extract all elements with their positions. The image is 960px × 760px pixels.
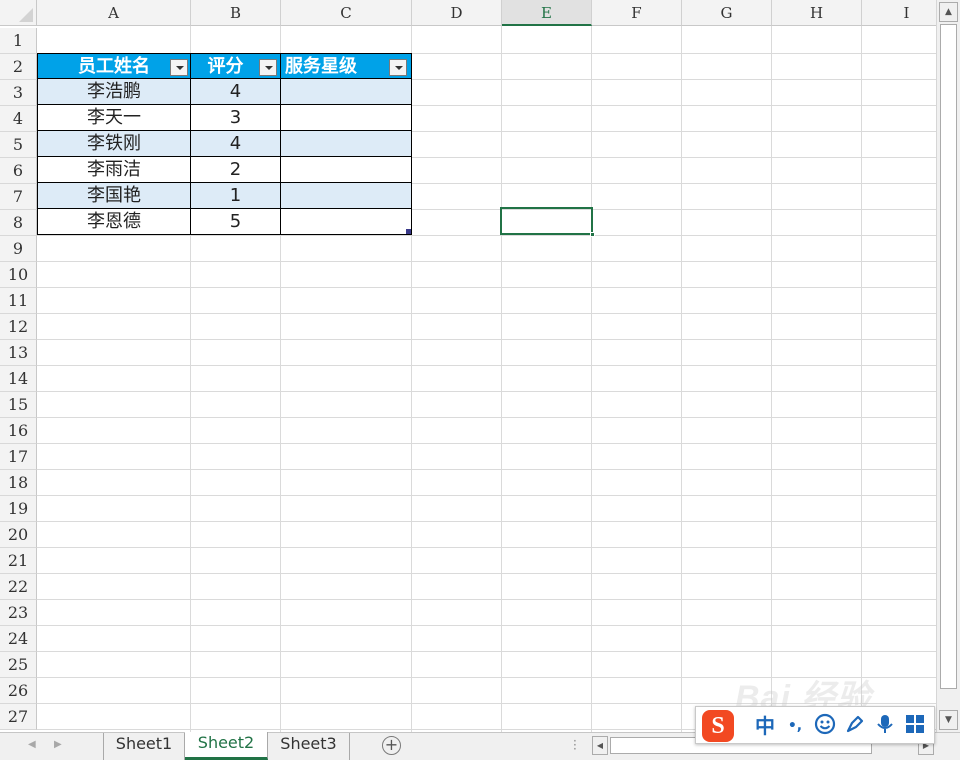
table-cell-star[interactable] [281, 183, 412, 209]
row-header[interactable]: 11 [0, 288, 37, 314]
row-header[interactable]: 27 [0, 704, 37, 730]
table-header-cell[interactable]: 员工姓名 [37, 53, 191, 79]
table-cell-star[interactable] [281, 157, 412, 183]
column-header-h[interactable]: H [772, 0, 862, 26]
ime-mode-toggle[interactable]: 中 [752, 713, 778, 739]
filter-dropdown-button[interactable] [170, 59, 188, 76]
punctuation-icon[interactable]: •, [782, 713, 808, 739]
row-header[interactable]: 26 [0, 678, 37, 704]
row-header[interactable]: 12 [0, 314, 37, 340]
filter-dropdown-button[interactable] [259, 59, 277, 76]
table-cell-name[interactable]: 李国艳 [37, 183, 191, 209]
row-header[interactable]: 15 [0, 392, 37, 418]
column-header-b[interactable]: B [191, 0, 281, 26]
spreadsheet-area[interactable]: A B C D E F G H I 1 2 3 4 5 6 7 8 9 10 1… [0, 0, 936, 732]
table-cell-name[interactable]: 李浩鹏 [37, 79, 191, 105]
table-cell-name[interactable]: 李天一 [37, 105, 191, 131]
add-sheet-button[interactable]: + [382, 736, 401, 755]
table-cell-score[interactable]: 4 [191, 79, 281, 105]
column-header-e[interactable]: E [502, 0, 592, 26]
table-cell-star[interactable] [281, 105, 412, 131]
sheet-tab-sheet2[interactable]: Sheet2 [185, 732, 268, 760]
row-header[interactable]: 5 [0, 132, 37, 158]
scroll-up-button[interactable]: ▲ [939, 2, 958, 22]
ime-toolbar[interactable]: S 中 •, [695, 706, 935, 744]
table-cell-star[interactable] [281, 79, 412, 105]
row-header[interactable]: 13 [0, 340, 37, 366]
column-header-g[interactable]: G [682, 0, 772, 26]
table-resize-handle[interactable] [406, 229, 411, 234]
vertical-scrollbar[interactable]: ▲ ▼ [936, 0, 960, 732]
row-header[interactable]: 17 [0, 444, 37, 470]
sogou-logo-icon[interactable]: S [702, 710, 734, 742]
voice-icon[interactable] [872, 713, 898, 739]
row-header[interactable]: 4 [0, 106, 37, 132]
column-header-i[interactable]: I [862, 0, 936, 26]
scroll-down-button[interactable]: ▼ [939, 710, 958, 730]
row-header[interactable]: 2 [0, 54, 37, 80]
table-cell-score[interactable]: 4 [191, 131, 281, 157]
row-header[interactable]: 19 [0, 496, 37, 522]
scroll-left-button[interactable]: ◀ [592, 736, 608, 755]
emoji-icon[interactable] [812, 713, 838, 739]
table-cell-star[interactable] [281, 209, 412, 235]
table-header-label: 评分 [207, 56, 244, 77]
table-header-cell[interactable]: 服务星级 [281, 53, 412, 79]
row-header[interactable]: 1 [0, 28, 37, 54]
table-cell-name[interactable]: 李铁刚 [37, 131, 191, 157]
row-header[interactable]: 3 [0, 80, 37, 106]
table-header-cell[interactable]: 评分 [191, 53, 281, 79]
row-header[interactable]: 8 [0, 210, 37, 236]
row-header[interactable]: 14 [0, 366, 37, 392]
filter-dropdown-button[interactable] [389, 59, 407, 76]
column-header-a[interactable]: A [37, 0, 191, 26]
table-cell-star[interactable] [281, 131, 412, 157]
fill-handle[interactable] [590, 232, 595, 237]
table-header-label: 员工姓名 [78, 56, 150, 77]
table-header-label: 服务星级 [285, 56, 357, 77]
sheet-tab-sheet1[interactable]: Sheet1 [103, 733, 185, 760]
row-header[interactable]: 9 [0, 236, 37, 262]
row-header[interactable]: 18 [0, 470, 37, 496]
sheet-tab-sheet3[interactable]: Sheet3 [268, 733, 350, 760]
table-cell-score[interactable]: 2 [191, 157, 281, 183]
row-header[interactable]: 20 [0, 522, 37, 548]
table-cell-score[interactable]: 5 [191, 209, 281, 235]
row-header[interactable]: 7 [0, 184, 37, 210]
row-header[interactable]: 16 [0, 418, 37, 444]
row-header[interactable]: 22 [0, 574, 37, 600]
column-header-f[interactable]: F [592, 0, 682, 26]
table-cell-score[interactable]: 3 [191, 105, 281, 131]
column-header-c[interactable]: C [281, 0, 412, 26]
selected-cell[interactable] [500, 207, 595, 237]
next-sheet-icon[interactable]: ▶ [54, 739, 62, 750]
table-cell-name[interactable]: 李恩德 [37, 209, 191, 235]
select-all-button[interactable] [0, 0, 37, 26]
row-header[interactable]: 23 [0, 600, 37, 626]
table-cell-name[interactable]: 李雨洁 [37, 157, 191, 183]
skin-icon[interactable] [842, 713, 868, 739]
tab-splitter-handle[interactable]: · · · [573, 735, 577, 755]
row-header[interactable]: 25 [0, 652, 37, 678]
prev-sheet-icon[interactable]: ◀ [28, 739, 36, 750]
row-header[interactable]: 6 [0, 158, 37, 184]
table-cell-score[interactable]: 1 [191, 183, 281, 209]
row-header[interactable]: 24 [0, 626, 37, 652]
column-header-d[interactable]: D [412, 0, 502, 26]
vertical-scroll-thumb[interactable] [940, 24, 957, 689]
row-header[interactable]: 21 [0, 548, 37, 574]
toolbox-icon[interactable] [902, 713, 928, 739]
row-header[interactable]: 10 [0, 262, 37, 288]
